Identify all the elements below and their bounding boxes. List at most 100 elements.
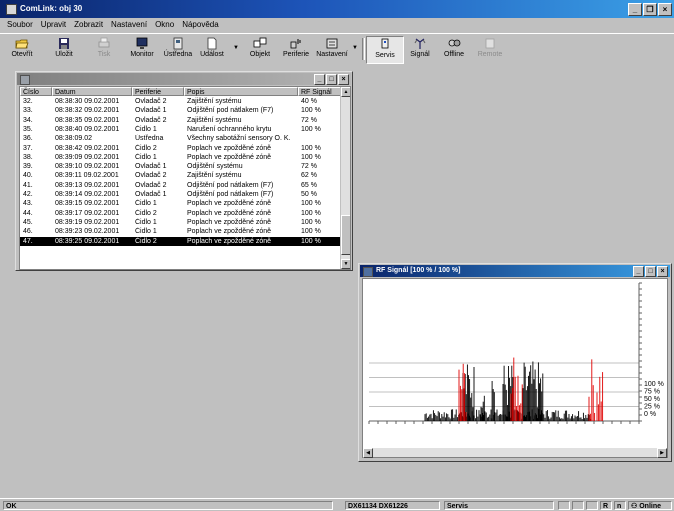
event-document-icon [205, 37, 219, 50]
events-window-title-bar[interactable]: _ □ × [17, 73, 351, 85]
cell-rf-signal: 100 % [301, 200, 321, 208]
event-button[interactable]: Událost [194, 36, 230, 62]
maximize-icon[interactable]: □ [326, 74, 337, 85]
network-icon: ⚇ [631, 503, 638, 510]
cell-date: 08:39:15 09.02.2001 [55, 200, 120, 208]
maximize-icon[interactable]: □ [645, 266, 656, 277]
menu-upravit[interactable]: Upravit [37, 19, 70, 31]
object-icon [253, 37, 267, 50]
table-row[interactable]: 47. 08:39:25 09.02.2001 Čidlo 2 Poplach ve … [20, 236, 342, 246]
table-row[interactable]: 44. 08:39:17 09.02.2001 Čidlo 2 Poplach ve … [20, 209, 342, 218]
print-button[interactable]: Tisk [86, 36, 122, 62]
close-icon[interactable]: × [338, 74, 349, 85]
settings-dropdown-icon[interactable]: ▼ [352, 45, 358, 51]
cell-peripheral: Čidlo 1 [135, 125, 157, 133]
restore-icon[interactable]: ❐ [643, 3, 657, 16]
table-row[interactable]: 36. 08:38:09.02 Ústředna Všechny sabotážní … [20, 134, 342, 143]
app-icon[interactable] [6, 4, 17, 15]
cell-number: 42. [23, 191, 33, 198]
table-row[interactable]: 39. 08:39:10 09.02.2001 Ovladač 1 Odjištění… [20, 162, 342, 171]
cell-date: 08:38:32 09.02.2001 [55, 107, 120, 115]
cell-description: Poplach ve zpožděné zóně [187, 218, 272, 226]
table-row[interactable]: 37. 08:38:42 09.02.2001 Čidlo 2 Poplach ve … [20, 144, 342, 153]
table-row[interactable]: 41. 08:39:13 09.02.2001 Ovladač 2 Odjištění… [20, 181, 342, 190]
signal-button[interactable]: Signál [402, 36, 438, 62]
minimize-icon[interactable]: _ [314, 74, 325, 85]
scroll-right-icon[interactable]: ▶ [657, 448, 667, 458]
offline-button[interactable]: Offline [436, 36, 472, 62]
cell-date: 08:39:17 09.02.2001 [55, 209, 120, 217]
rf-signal-window: RF Signál [100 % / 100 %] _ □ × 100 % 75 … [358, 263, 672, 462]
cell-description: Odjištění pod nátlakem (F7) [187, 181, 274, 189]
cell-peripheral: Čidlo 1 [135, 153, 157, 161]
cell-number: 46. [23, 228, 33, 236]
service-button[interactable]: Servis [366, 36, 404, 64]
minimize-icon[interactable]: _ [628, 3, 642, 16]
cell-date: 08:39:14 09.02.2001 [55, 191, 120, 198]
close-icon[interactable]: × [657, 266, 668, 277]
minimize-icon[interactable]: _ [633, 266, 644, 277]
settings-button[interactable]: Nastavení [314, 36, 350, 62]
remote-button[interactable]: Remote [472, 36, 508, 62]
open-button[interactable]: Otevřít [4, 36, 40, 62]
close-icon[interactable]: × [658, 3, 672, 16]
menu-soubor[interactable]: Soubor [0, 19, 37, 31]
table-row[interactable]: 43. 08:39:15 09.02.2001 Čidlo 1 Poplach ve … [20, 199, 342, 208]
event-dropdown-icon[interactable]: ▼ [233, 45, 239, 51]
column-header-description[interactable]: Popis [184, 87, 298, 96]
cell-number: 44. [23, 209, 33, 217]
table-row[interactable]: 46. 08:39:23 09.02.2001 Čidlo 1 Poplach ve … [20, 227, 342, 236]
status-ports: DX61134 DX61226 [345, 501, 440, 510]
scroll-up-icon[interactable]: ▲ [341, 87, 350, 97]
mdi-client-area: _ □ × Číslo Datum Periferie Popis RF Sig… [0, 64, 674, 498]
menu-napoveda[interactable]: Nápověda [178, 19, 222, 31]
rf-signal-chart-area: 100 % 75 % 50 % 25 % 0 % [362, 278, 668, 450]
cell-rf-signal: 100 % [301, 107, 321, 115]
service-icon [378, 38, 392, 51]
table-row[interactable]: 34. 08:38:35 09.02.2001 Ovladač 2 Zajištění… [20, 116, 342, 125]
menu-zobrazit[interactable]: Zobrazit [70, 19, 107, 31]
menu-nastaveni[interactable]: Nastavení [107, 19, 151, 31]
cell-description: Zajištění systému [187, 98, 242, 105]
table-row[interactable]: 32. 08:38:30 09.02.2001 Ovladač 2 Zajištění… [20, 97, 342, 106]
monitor-button[interactable]: Monitor [124, 36, 160, 62]
cell-rf-signal: 100 % [301, 209, 321, 217]
scroll-down-icon[interactable]: ▼ [341, 259, 350, 269]
column-header-number[interactable]: Číslo [20, 87, 52, 96]
cell-date: 08:38:09.02 [55, 135, 92, 143]
table-row[interactable]: 45. 08:39:19 09.02.2001 Čidlo 1 Poplach ve … [20, 218, 342, 227]
table-row[interactable]: 42. 08:39:14 09.02.2001 Ovladač 1 Odjištění… [20, 190, 342, 199]
peripherals-button[interactable]: Periferie [278, 36, 314, 62]
object-button[interactable]: Objekt [242, 36, 278, 62]
rf-signal-chart: 100 %75 %50 %25 %0 % [368, 282, 664, 424]
column-header-date[interactable]: Datum [52, 87, 132, 96]
events-vertical-scrollbar[interactable]: ▲ ▼ [340, 87, 350, 269]
table-row[interactable]: 35. 08:38:40 09.02.2001 Čidlo 1 Narušení oc… [20, 125, 342, 134]
peripherals-icon [289, 37, 303, 50]
scroll-left-icon[interactable]: ◀ [363, 448, 373, 458]
rf-horizontal-scrollbar[interactable]: ◀ ▶ [362, 448, 668, 458]
cell-description: Odjištění pod nátlakem (F7) [187, 107, 274, 115]
cell-rf-signal [298, 134, 342, 143]
cell-rf-signal: 72 % [301, 116, 317, 124]
rf-window-controls: _ □ × [633, 266, 668, 277]
table-row[interactable]: 33. 08:38:32 09.02.2001 Ovladač 1 Odjištění… [20, 106, 342, 115]
cell-peripheral: Čidlo 2 [135, 209, 157, 217]
save-button[interactable]: Uložit [46, 36, 82, 62]
cell-number: 38. [23, 153, 33, 161]
control-panel-button[interactable]: Ústředna [160, 36, 196, 62]
cell-number: 32. [23, 98, 33, 105]
menu-bar: Soubor Upravit Zobrazit Nastavení Okno N… [0, 19, 674, 31]
table-row[interactable]: 40. 08:39:11 09.02.2001 Ovladač 2 Zajištění… [20, 171, 342, 180]
rf-signal-window-icon [363, 267, 373, 277]
cell-rf-signal: 100 % [301, 125, 321, 133]
column-header-rf-signal[interactable]: RF Signál [298, 87, 342, 96]
scrollbar-thumb[interactable] [341, 215, 350, 255]
cell-number: 33. [23, 107, 33, 115]
rf-signal-window-title-bar[interactable]: RF Signál [100 % / 100 %] _ □ × [360, 265, 670, 277]
app-title: ComLink: obj 30 [20, 4, 83, 13]
table-row[interactable]: 38. 08:39:09 09.02.2001 Čidlo 1 Poplach ve … [20, 153, 342, 162]
cell-rf-signal: 100 % [301, 237, 321, 245]
column-header-peripheral[interactable]: Periferie [132, 87, 184, 96]
menu-okno[interactable]: Okno [151, 19, 178, 31]
